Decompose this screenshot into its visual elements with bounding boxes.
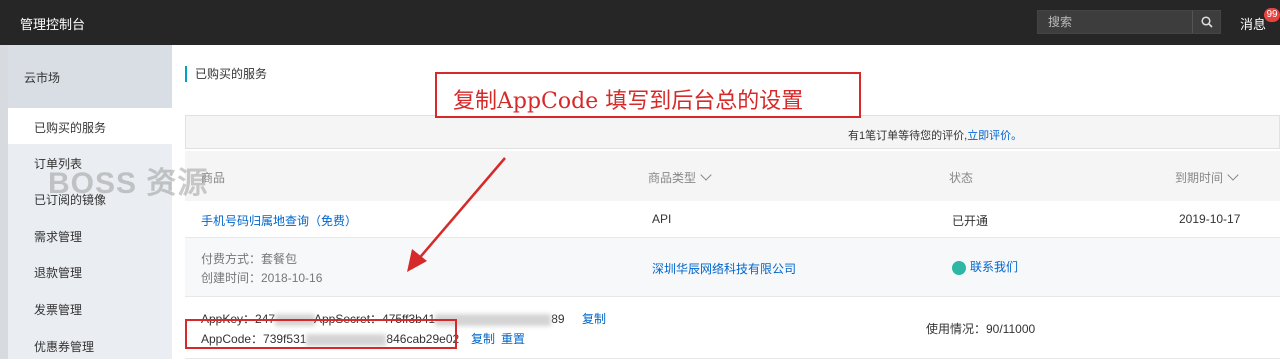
watermark-text: BOSS 资源 <box>48 167 209 200</box>
